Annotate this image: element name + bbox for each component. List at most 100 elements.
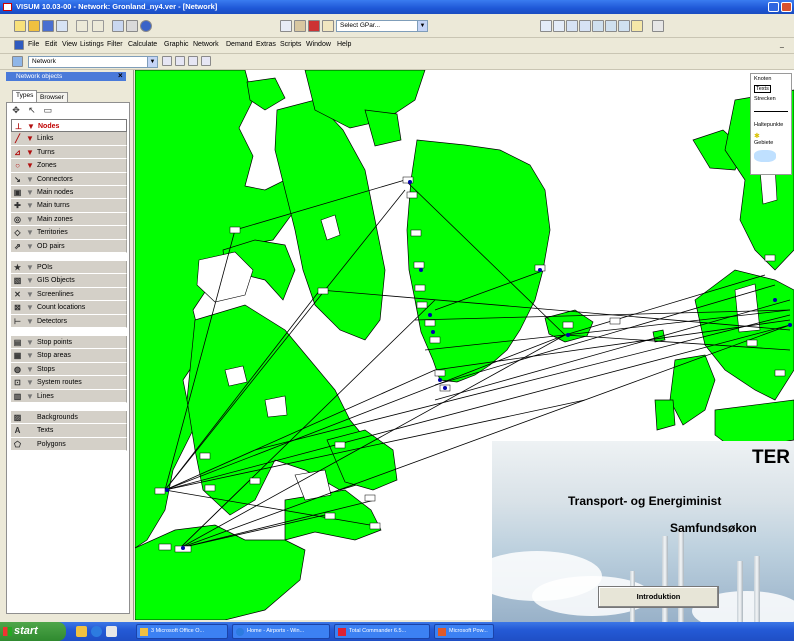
object-type-links[interactable]: ╱ ▼ Links bbox=[11, 132, 127, 146]
introduction-button[interactable]: Introduktion bbox=[598, 586, 719, 608]
filter-icon[interactable]: ▼ bbox=[26, 241, 34, 252]
filter-icon[interactable]: ▼ bbox=[26, 187, 34, 198]
menu-demand[interactable]: Demand bbox=[226, 41, 252, 48]
zoom-in-icon[interactable] bbox=[540, 20, 552, 32]
next-view-icon[interactable] bbox=[579, 20, 591, 32]
object-type-pois[interactable]: ★ ▼ POIs bbox=[11, 261, 127, 275]
object-type-lines[interactable]: ▥ ▼ Lines bbox=[11, 389, 127, 403]
filter-icon[interactable]: ▼ bbox=[26, 214, 34, 225]
filter-icon[interactable]: ▼ bbox=[26, 200, 34, 211]
view-select[interactable]: Network ▼ bbox=[28, 56, 158, 68]
object-type-system-routes[interactable]: ⊡ ▼ System routes bbox=[11, 376, 127, 390]
taskbar-item[interactable]: Home - Airports - Win... bbox=[232, 624, 330, 639]
filter-icon[interactable]: ▼ bbox=[26, 302, 34, 313]
mdi-minimize-button[interactable]: _ bbox=[780, 41, 784, 48]
minimize-button[interactable] bbox=[768, 2, 779, 12]
filter-icon[interactable]: ▼ bbox=[26, 133, 34, 144]
object-type-polygons[interactable]: ⬠ Polygons bbox=[11, 437, 127, 452]
filter-icon[interactable]: ▼ bbox=[26, 364, 34, 375]
object-type-stops[interactable]: ◍ ▼ Stops bbox=[11, 362, 127, 377]
object-type-stop-areas[interactable]: ▦ ▼ Stop areas bbox=[11, 349, 127, 363]
menu-listings[interactable]: Listings bbox=[80, 41, 104, 48]
open-file-icon[interactable] bbox=[28, 20, 40, 32]
object-type-main-nodes[interactable]: ▣ ▼ Main nodes bbox=[11, 185, 127, 200]
info-icon[interactable] bbox=[140, 20, 152, 32]
object-type-main-turns[interactable]: ✚ ▼ Main turns bbox=[11, 199, 127, 213]
tab-types[interactable]: Types bbox=[12, 90, 38, 102]
object-type-backgrounds[interactable]: ▨ Backgrounds bbox=[11, 411, 127, 425]
filter-icon[interactable]: ▼ bbox=[26, 391, 34, 402]
menu-view[interactable]: View bbox=[62, 41, 77, 48]
object-type-od-pairs[interactable]: ⇗ ▼ OD pairs bbox=[11, 239, 127, 253]
desktop-icon[interactable] bbox=[106, 626, 117, 637]
menu-calculate[interactable]: Calculate bbox=[128, 41, 157, 48]
menu-edit[interactable]: Edit bbox=[45, 41, 57, 48]
outlook-icon[interactable] bbox=[76, 626, 87, 637]
menu-file[interactable]: File bbox=[28, 41, 39, 48]
object-type-main-zones[interactable]: ◎ ▼ Main zones bbox=[11, 212, 127, 227]
menu-graphic[interactable]: Graphic bbox=[164, 41, 189, 48]
object-type-territories[interactable]: ◇ ▼ Territories bbox=[11, 226, 127, 240]
tile-icon[interactable] bbox=[162, 56, 172, 66]
cascade-icon[interactable] bbox=[201, 56, 211, 66]
taskbar-item[interactable]: Total Commander 6.5... bbox=[334, 624, 430, 639]
filter-icon[interactable]: ▼ bbox=[26, 289, 34, 300]
object-type-nodes[interactable]: ⊥ ▼ Nodes bbox=[11, 119, 127, 133]
taskbar-item[interactable]: 3 Microsoft Office O... bbox=[136, 624, 228, 639]
start-button[interactable]: start bbox=[0, 622, 66, 641]
filter-icon[interactable]: ▼ bbox=[26, 316, 34, 327]
object-type-turns[interactable]: ⊿ ▼ Turns bbox=[11, 145, 127, 160]
previous-view-icon[interactable] bbox=[566, 20, 578, 32]
close-icon[interactable]: × bbox=[118, 71, 123, 80]
close-button[interactable] bbox=[781, 2, 792, 12]
tab-browser[interactable]: Browser bbox=[36, 92, 68, 102]
internet-explorer-icon[interactable] bbox=[91, 626, 102, 637]
print-icon[interactable] bbox=[126, 20, 138, 32]
list-view-icon[interactable] bbox=[280, 20, 292, 32]
menu-filter[interactable]: Filter bbox=[107, 41, 123, 48]
save-icon[interactable] bbox=[42, 20, 54, 32]
menu-window[interactable]: Window bbox=[306, 41, 331, 48]
redo-icon[interactable] bbox=[92, 20, 104, 32]
menu-help[interactable]: Help bbox=[337, 41, 351, 48]
filter-icon[interactable]: ▼ bbox=[26, 377, 34, 388]
split-horizontal-icon[interactable] bbox=[175, 56, 185, 66]
undo-icon[interactable] bbox=[76, 20, 88, 32]
menu-network[interactable]: Network bbox=[193, 41, 219, 48]
pan-icon[interactable] bbox=[592, 20, 604, 32]
filter-icon[interactable]: ▼ bbox=[26, 147, 34, 158]
menu-scripts[interactable]: Scripts bbox=[280, 41, 301, 48]
select-rectangle-icon[interactable]: ▭ bbox=[43, 105, 53, 115]
object-type-gis-objects[interactable]: ▧ ▼ GIS Objects bbox=[11, 274, 127, 288]
filter-icon[interactable]: ▼ bbox=[26, 160, 34, 171]
filter-icon[interactable]: ▼ bbox=[26, 174, 34, 185]
object-type-texts[interactable]: A Texts bbox=[11, 424, 127, 438]
filter-icon[interactable]: ▼ bbox=[26, 275, 34, 286]
object-type-screenlines[interactable]: ✕ ▼ Screenlines bbox=[11, 287, 127, 302]
filter-icon[interactable]: ▼ bbox=[26, 350, 34, 361]
edit-graphic-icon[interactable] bbox=[322, 20, 334, 32]
pan-tool-icon[interactable]: ✥ bbox=[11, 105, 21, 115]
measure-icon[interactable] bbox=[631, 20, 643, 32]
graphic-view-icon[interactable] bbox=[294, 20, 306, 32]
object-type-connectors[interactable]: ↘ ▼ Connectors bbox=[11, 172, 127, 186]
find-icon[interactable] bbox=[112, 20, 124, 32]
zoom-all-icon[interactable] bbox=[618, 20, 630, 32]
properties-icon[interactable] bbox=[56, 20, 68, 32]
filter-icon[interactable]: ▼ bbox=[26, 262, 34, 273]
filter-icon[interactable]: ▼ bbox=[26, 337, 34, 348]
menu-extras[interactable]: Extras bbox=[256, 41, 276, 48]
new-file-icon[interactable] bbox=[14, 20, 26, 32]
split-vertical-icon[interactable] bbox=[188, 56, 198, 66]
graphic-parameter-select[interactable]: Select GPar... ▼ bbox=[336, 20, 428, 32]
taskbar-item[interactable]: Microsoft Pow... bbox=[434, 624, 494, 639]
object-type-stop-points[interactable]: ▤ ▼ Stop points bbox=[11, 336, 127, 350]
object-type-zones[interactable]: ○ ▼ Zones bbox=[11, 159, 127, 173]
zoom-window-icon[interactable] bbox=[605, 20, 617, 32]
zoom-out-icon[interactable] bbox=[553, 20, 565, 32]
filter-icon[interactable] bbox=[652, 20, 664, 32]
object-type-detectors[interactable]: ⊢ ▼ Detectors bbox=[11, 314, 127, 328]
object-type-count-locations[interactable]: ⊠ ▼ Count locations bbox=[11, 301, 127, 315]
pointer-tool-icon[interactable]: ↖ bbox=[27, 105, 37, 115]
graphic-params-icon[interactable] bbox=[308, 20, 320, 32]
